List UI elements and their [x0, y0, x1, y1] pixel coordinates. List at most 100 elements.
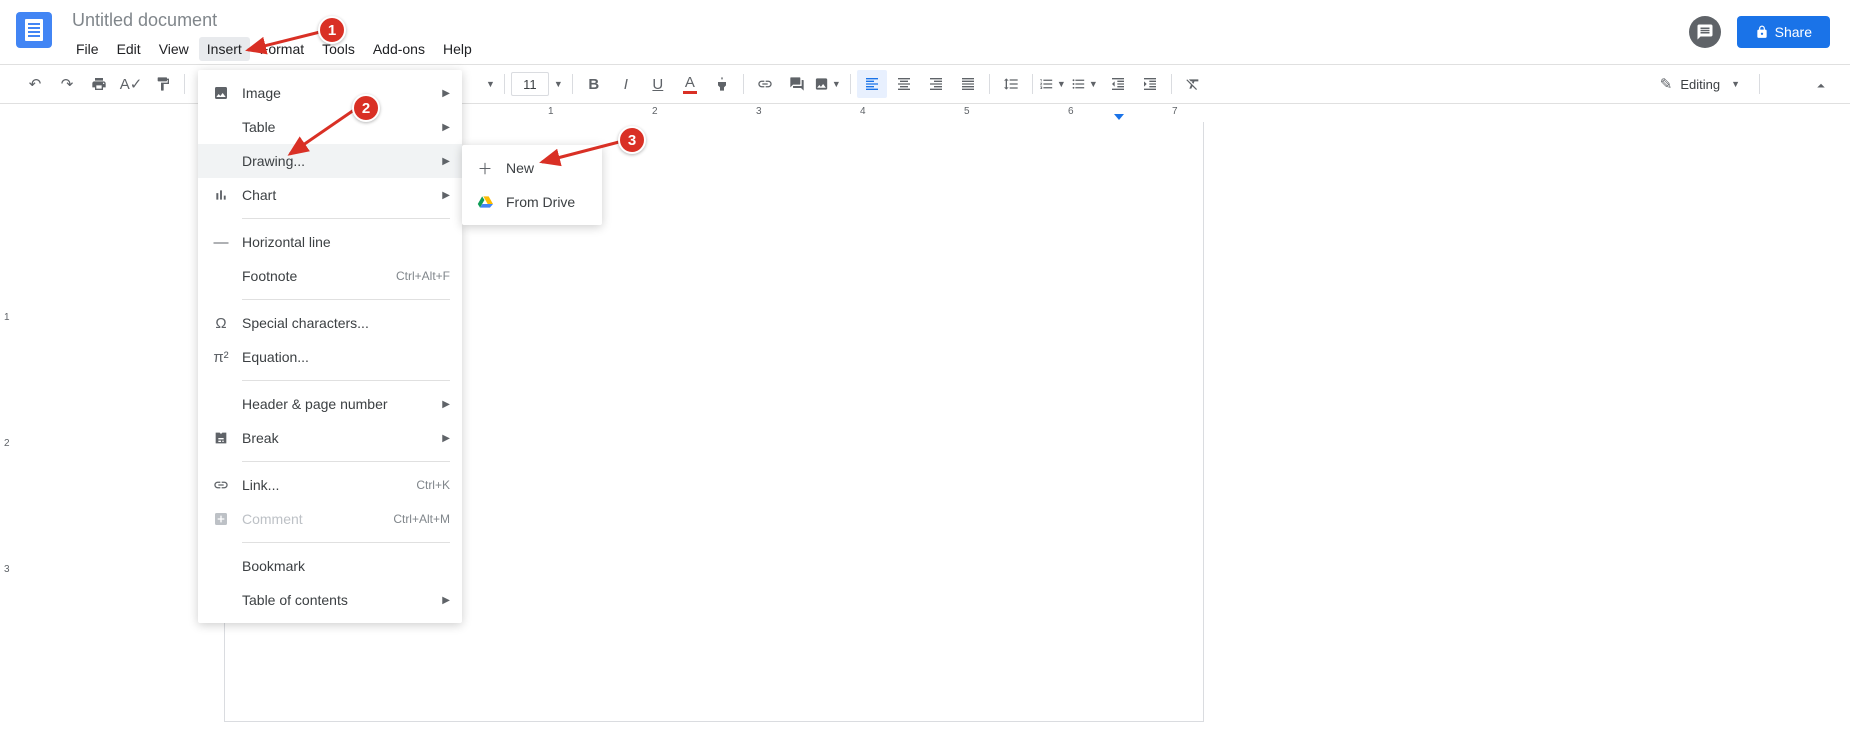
insert-link-button[interactable]	[750, 70, 780, 98]
separator	[743, 74, 744, 94]
link-icon	[757, 76, 773, 92]
vertical-ruler[interactable]: 1 2 3	[0, 122, 24, 722]
header: Untitled document File Edit View Insert …	[0, 0, 1850, 64]
menu-divider	[242, 299, 450, 300]
increase-indent-button[interactable]	[1135, 70, 1165, 98]
submenu-item-label: From Drive	[506, 194, 590, 210]
menu-file[interactable]: File	[68, 37, 107, 61]
collapse-button[interactable]	[1808, 73, 1834, 99]
editing-arrow-icon: ▼	[1728, 79, 1743, 89]
print-button[interactable]	[84, 70, 114, 98]
highlight-button[interactable]	[707, 70, 737, 98]
comments-button[interactable]	[1689, 16, 1721, 48]
document-title[interactable]: Untitled document	[68, 8, 221, 33]
link-icon	[210, 477, 232, 493]
menu-item-label: Special characters...	[242, 315, 450, 331]
ruler-mark: 3	[756, 106, 762, 117]
menu-item-label: Comment	[242, 511, 393, 527]
line-spacing-icon	[1003, 76, 1019, 92]
menu-format[interactable]: Format	[252, 37, 312, 61]
menu-item-chart[interactable]: Chart ▶	[198, 178, 462, 212]
decrease-indent-button[interactable]	[1103, 70, 1133, 98]
share-button[interactable]: Share	[1737, 16, 1830, 48]
align-right-button[interactable]	[921, 70, 951, 98]
menu-item-table-of-contents[interactable]: Table of contents ▶	[198, 583, 462, 617]
decrease-indent-icon	[1110, 76, 1126, 92]
add-comment-icon	[789, 76, 805, 92]
clear-formatting-button[interactable]	[1178, 70, 1208, 98]
bulleted-list-icon	[1071, 76, 1086, 92]
insert-comment-button[interactable]	[782, 70, 812, 98]
menu-divider	[242, 542, 450, 543]
right-indent-marker[interactable]	[1114, 114, 1124, 120]
line-spacing-button[interactable]	[996, 70, 1026, 98]
italic-button[interactable]: I	[611, 70, 641, 98]
increase-indent-icon	[1142, 76, 1158, 92]
menu-item-label: Chart	[242, 187, 442, 203]
ruler-mark: 2	[652, 106, 658, 117]
submenu-arrow-icon: ▶	[442, 595, 450, 606]
styles-dropdown-arrow[interactable]: ▼	[483, 79, 498, 89]
menu-view[interactable]: View	[151, 37, 197, 61]
ruler-mark: 6	[1068, 106, 1074, 117]
menu-item-special-characters[interactable]: Ω Special characters...	[198, 306, 462, 340]
menu-item-label: Bookmark	[242, 558, 450, 574]
font-size-arrow[interactable]: ▼	[551, 79, 566, 89]
underline-button[interactable]: U	[643, 70, 673, 98]
align-justify-button[interactable]	[953, 70, 983, 98]
align-left-button[interactable]	[857, 70, 887, 98]
submenu-item-from-drive[interactable]: From Drive	[462, 185, 602, 219]
submenu-arrow-icon: ▶	[442, 122, 450, 133]
submenu-arrow-icon: ▶	[442, 399, 450, 410]
text-color-button[interactable]: A	[675, 70, 705, 98]
docs-logo[interactable]	[16, 12, 52, 48]
align-left-icon	[864, 76, 880, 92]
font-size-input[interactable]: 11	[511, 72, 549, 96]
menu-insert[interactable]: Insert	[199, 37, 250, 61]
menu-item-bookmark[interactable]: Bookmark	[198, 549, 462, 583]
menu-item-table[interactable]: Table ▶	[198, 110, 462, 144]
menu-item-equation[interactable]: π² Equation...	[198, 340, 462, 374]
editing-label: Editing	[1680, 77, 1720, 92]
pencil-icon: ✎	[1660, 75, 1673, 93]
menu-item-image[interactable]: Image ▶	[198, 76, 462, 110]
image-icon	[210, 85, 232, 101]
chart-icon	[210, 187, 232, 203]
menu-item-header-page-number[interactable]: Header & page number ▶	[198, 387, 462, 421]
align-center-icon	[896, 76, 912, 92]
undo-button[interactable]: ↶	[20, 70, 50, 98]
redo-button[interactable]: ↷	[52, 70, 82, 98]
callout-3: 3	[618, 126, 646, 154]
editing-mode-button[interactable]: ✎ Editing ▼	[1650, 70, 1770, 98]
share-label: Share	[1775, 24, 1812, 40]
menu-item-link[interactable]: Link... Ctrl+K	[198, 468, 462, 502]
align-center-button[interactable]	[889, 70, 919, 98]
spellcheck-button[interactable]: A✓	[116, 70, 146, 98]
hr-icon: —	[210, 234, 232, 251]
menu-addons[interactable]: Add-ons	[365, 37, 433, 61]
separator	[504, 74, 505, 94]
menu-edit[interactable]: Edit	[109, 37, 149, 61]
menu-item-drawing[interactable]: Drawing... ▶	[198, 144, 462, 178]
menu-item-break[interactable]: Break ▶	[198, 421, 462, 455]
menu-item-horizontal-line[interactable]: — Horizontal line	[198, 225, 462, 259]
submenu-arrow-icon: ▶	[442, 433, 450, 444]
bold-button[interactable]: B	[579, 70, 609, 98]
submenu-item-new[interactable]: ＋ New	[462, 151, 602, 185]
ruler-mark: 1	[548, 106, 554, 117]
comment-icon	[1696, 23, 1714, 41]
paint-format-button[interactable]	[148, 70, 178, 98]
ruler-mark: 2	[4, 438, 10, 449]
chevron-up-icon	[1812, 77, 1830, 95]
menu-item-label: Horizontal line	[242, 234, 450, 250]
menu-item-footnote[interactable]: Footnote Ctrl+Alt+F	[198, 259, 462, 293]
align-right-icon	[928, 76, 944, 92]
menu-divider	[242, 218, 450, 219]
numbered-list-button[interactable]: ▼	[1039, 70, 1069, 98]
omega-icon: Ω	[210, 315, 232, 332]
menu-divider	[242, 461, 450, 462]
menu-help[interactable]: Help	[435, 37, 480, 61]
bulleted-list-button[interactable]: ▼	[1071, 70, 1101, 98]
insert-image-toolbar-button[interactable]: ▼	[814, 70, 844, 98]
menu-item-comment: Comment Ctrl+Alt+M	[198, 502, 462, 536]
